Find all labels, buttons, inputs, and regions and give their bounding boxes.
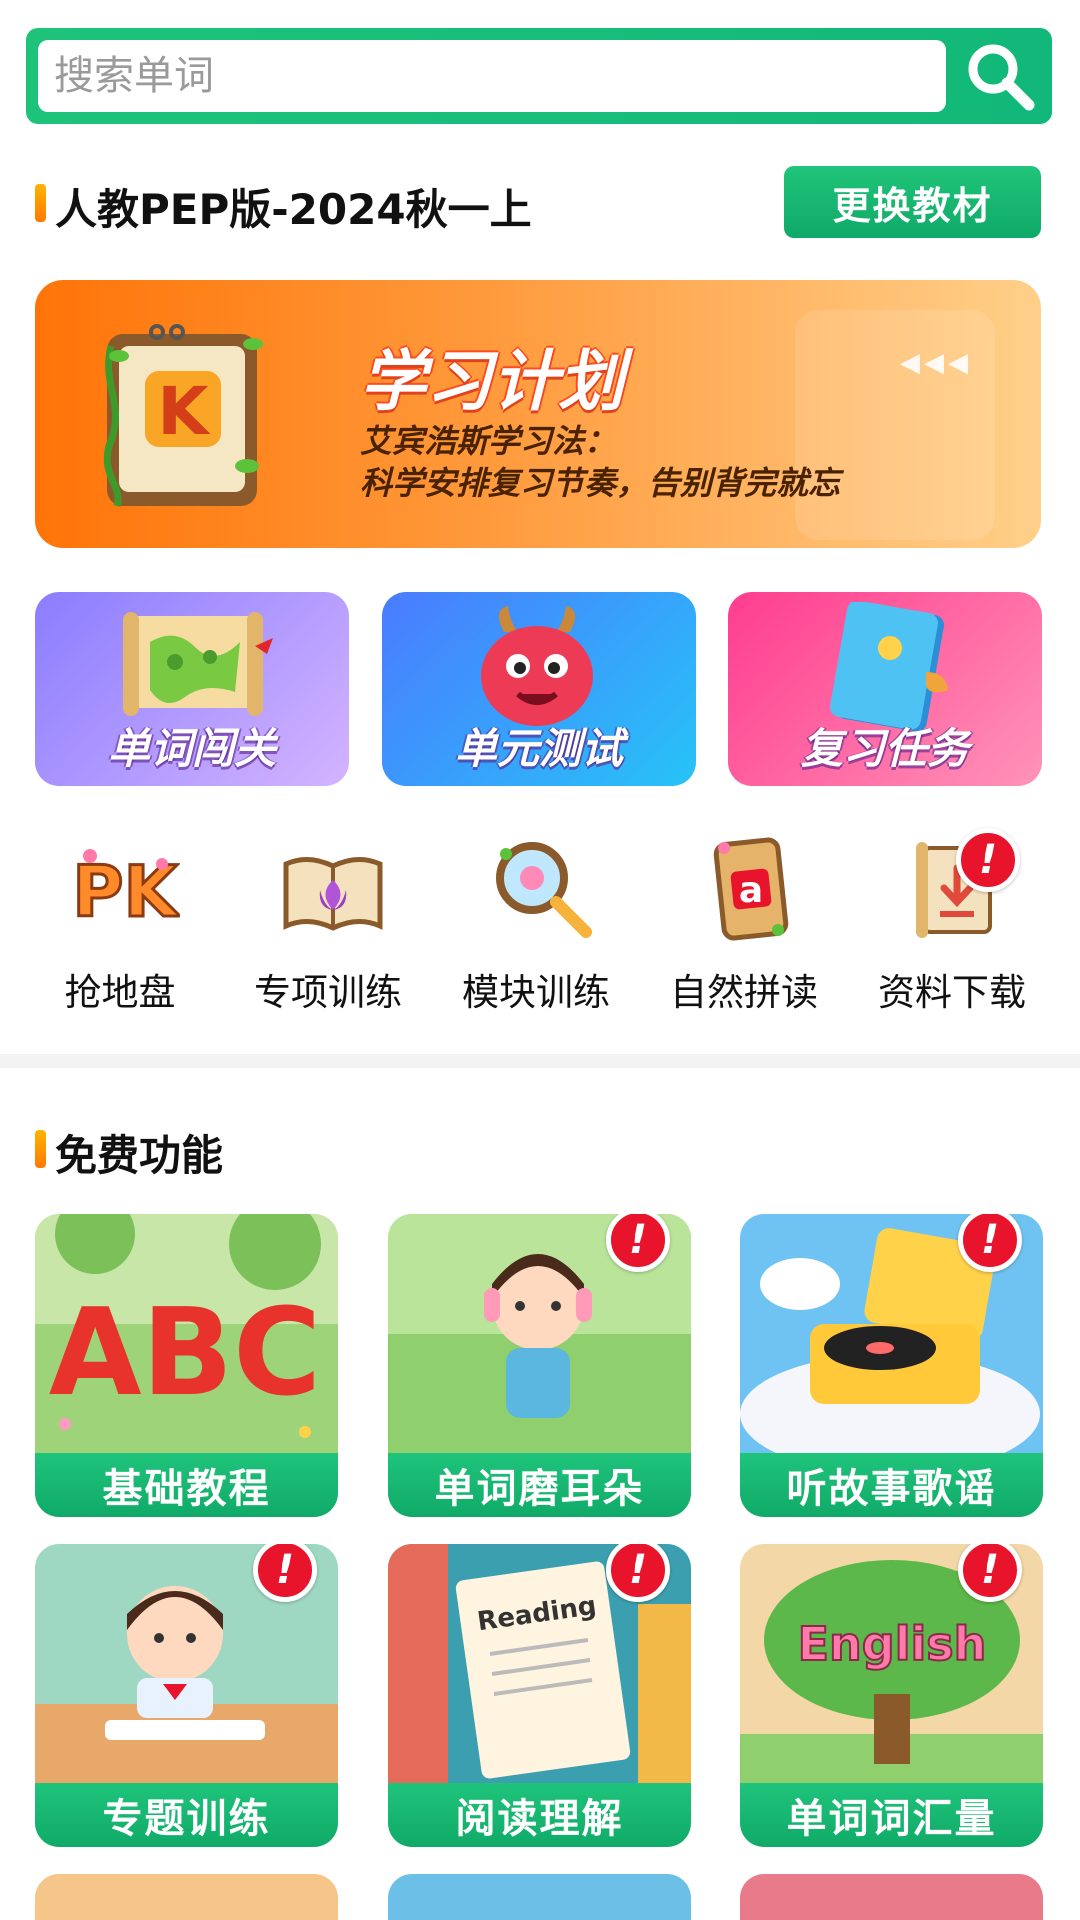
- free-card-stories-songs[interactable]: 听故事歌谣 !: [740, 1214, 1043, 1517]
- pk-icon: PK: [71, 849, 180, 935]
- english-text: English: [798, 1617, 987, 1671]
- free-card-basic-tutorial[interactable]: ABC 基础教程: [35, 1214, 338, 1517]
- arrows-icon: ◀◀◀: [900, 348, 972, 378]
- open-book-icon: [283, 857, 383, 931]
- free-card-partial-2[interactable]: [388, 1874, 691, 1920]
- quick-item-label: 模块训练: [462, 971, 610, 1014]
- search-bar: [26, 28, 1052, 124]
- section-accent-bar: [35, 1130, 46, 1168]
- search-icon: [968, 44, 1035, 111]
- feature-card-label: 复习任务: [800, 724, 969, 773]
- quick-item-special-training[interactable]: 专项训练: [238, 834, 418, 1024]
- monster-icon: [481, 606, 593, 726]
- free-card-topic-training[interactable]: 专题训练 !: [35, 1544, 338, 1847]
- quick-item-module-training[interactable]: 模块训练: [446, 834, 626, 1024]
- plan-subtitle: 艾宾浩斯学习法： 科学安排复习节奏，告别背完就忘: [360, 420, 840, 504]
- abc-letters: ABC: [49, 1284, 321, 1423]
- book-icon: [830, 602, 948, 732]
- feature-card-label: 单词闯关: [107, 724, 276, 773]
- plan-subtitle-line1: 艾宾浩斯学习法：: [360, 422, 617, 460]
- search-button[interactable]: [958, 34, 1042, 118]
- feature-card-review-task[interactable]: 复习任务: [728, 592, 1042, 786]
- quick-item-label: 自然拼读: [670, 971, 818, 1014]
- quick-item-phonics[interactable]: a 自然拼读: [654, 834, 834, 1024]
- free-card-label: 基础教程: [35, 1453, 338, 1517]
- free-card-label: 阅读理解: [388, 1783, 691, 1847]
- quick-item-label: 抢地盘: [64, 971, 176, 1014]
- feature-card-word-challenge[interactable]: 单词闯关: [35, 592, 349, 786]
- quick-item-label: 专项训练: [254, 971, 402, 1014]
- alert-badge-icon: !: [956, 828, 1020, 892]
- free-card-label: 专题训练: [35, 1783, 338, 1847]
- plan-title: 学习计划: [360, 343, 624, 420]
- free-card-partial-3[interactable]: [740, 1874, 1043, 1920]
- free-card-vocabulary[interactable]: English 单词词汇量 !: [740, 1544, 1043, 1847]
- phonics-letter: a: [739, 870, 763, 911]
- textbook-title: 人教PEP版-2024秋一上: [55, 185, 532, 234]
- quick-item-grab-territory[interactable]: PK 抢地盘: [30, 834, 210, 1024]
- quick-item-label: 资料下载: [878, 971, 1026, 1014]
- free-card-label: 单词词汇量: [740, 1783, 1043, 1847]
- free-card-word-listening[interactable]: 单词磨耳朵 !: [388, 1214, 691, 1517]
- magnifier-icon: [496, 842, 592, 938]
- book-letter-k: K: [157, 373, 211, 450]
- free-card-partial-1[interactable]: [35, 1874, 338, 1920]
- free-card-label: 听故事歌谣: [740, 1453, 1043, 1517]
- plan-subtitle-line2: 科学安排复习节奏，告别背完就忘: [360, 464, 841, 502]
- section-divider: [0, 1054, 1080, 1068]
- quick-item-download[interactable]: 资料下载 !: [862, 828, 1042, 1024]
- free-section-header: 免费功能: [35, 1112, 435, 1180]
- change-textbook-button[interactable]: 更换教材: [784, 166, 1041, 238]
- feature-card-label: 单元测试: [454, 724, 623, 773]
- letter-card-icon: a: [713, 837, 789, 941]
- free-card-reading[interactable]: Reading 阅读理解 !: [388, 1544, 691, 1847]
- feature-card-unit-test[interactable]: 单元测试: [382, 592, 696, 786]
- free-section-title: 免费功能: [55, 1131, 224, 1180]
- map-scroll-icon: [123, 612, 273, 716]
- study-plan-banner[interactable]: K 学习计划 艾宾浩斯学习法： 科学安排复习节奏，告别背完就忘 ◀◀◀: [35, 280, 1041, 548]
- free-card-label: 单词磨耳朵: [388, 1453, 691, 1517]
- section-accent-bar: [35, 184, 46, 222]
- abc-letters-art: ABC: [35, 1214, 338, 1454]
- search-input[interactable]: [38, 40, 946, 112]
- k-book-icon: K: [103, 324, 263, 508]
